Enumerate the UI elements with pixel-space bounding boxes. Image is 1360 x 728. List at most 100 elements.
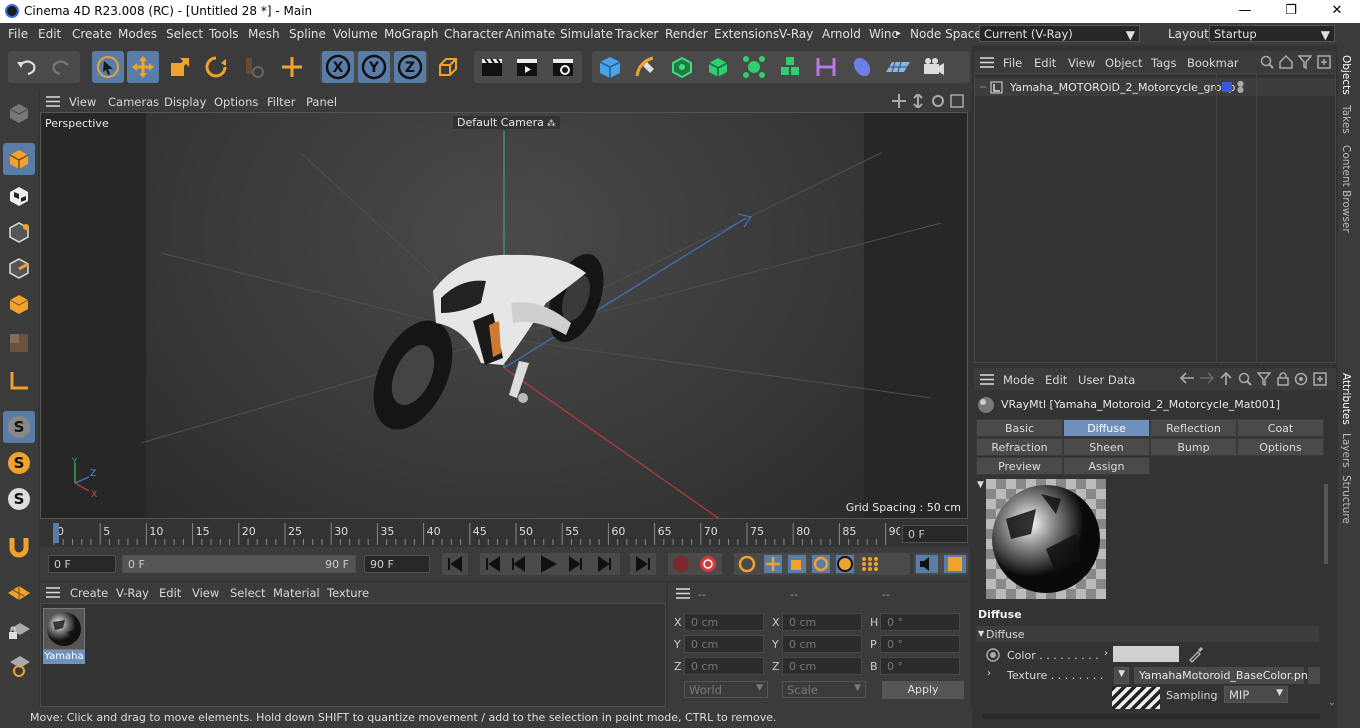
up-arrow-icon[interactable] <box>1219 371 1233 388</box>
goto-start-button[interactable] <box>442 553 468 575</box>
timeline-ruler[interactable]: 0 5 10 15 20 25 30 35 40 45 50 55 60 65 70 75 80 85 90 0 F <box>40 519 970 547</box>
extrude-button[interactable] <box>702 51 734 83</box>
start-frame-field[interactable]: 0 F <box>48 555 116 573</box>
horizontal-scrollbar[interactable] <box>982 714 1320 719</box>
make-editable-button[interactable] <box>3 97 35 129</box>
edges-mode-button[interactable] <box>3 252 35 284</box>
x-axis-lock-button[interactable]: X <box>322 51 354 83</box>
color-swatch[interactable] <box>1113 646 1179 662</box>
cube-object-button[interactable] <box>594 51 626 83</box>
menu-tracker[interactable]: Tracker <box>615 27 658 41</box>
render-to-picture-viewer-button[interactable] <box>511 51 543 83</box>
current-frame-field[interactable]: 0 F <box>902 525 968 543</box>
tab-assign[interactable]: Assign <box>1063 457 1150 475</box>
forward-arrow-icon[interactable] <box>1199 371 1215 388</box>
deformer-button[interactable] <box>810 51 842 83</box>
viewport-menu-display[interactable]: Display <box>164 95 206 109</box>
tab-sheen[interactable]: Sheen <box>1063 438 1150 456</box>
live-selection-button[interactable] <box>92 51 124 83</box>
menu-modes[interactable]: Modes <box>118 27 157 41</box>
redo-button[interactable] <box>46 51 78 83</box>
color-animation-icon[interactable] <box>986 648 1000 665</box>
menu-character[interactable]: Character <box>444 27 503 41</box>
polygons-mode-button[interactable] <box>3 288 35 320</box>
menu-spline[interactable]: Spline <box>289 27 326 41</box>
end-frame-field[interactable]: 90 F <box>364 555 430 573</box>
material-thumbnail[interactable]: Yamaha <box>43 608 85 668</box>
points-mode-button[interactable] <box>3 216 35 248</box>
menu-tools[interactable]: Tools <box>209 27 239 41</box>
tab-bump[interactable]: Bump <box>1150 438 1237 456</box>
node-space-dropdown[interactable]: Current (V-Ray) ▼ <box>979 25 1140 42</box>
mm-menu-create[interactable]: Create <box>70 586 108 600</box>
mm-menu-view[interactable]: View <box>192 586 219 600</box>
texture-mode-button[interactable] <box>3 180 35 212</box>
menu-mesh[interactable]: Mesh <box>248 27 280 41</box>
3d-viewport[interactable]: Perspective Default Camera ⁂ Grid Spacin… <box>40 112 968 519</box>
menu-edit[interactable]: Edit <box>38 27 61 41</box>
close-button[interactable]: ✕ <box>1314 0 1360 23</box>
attributes-scrollbar[interactable] <box>1324 484 1328 564</box>
mm-menu-vray[interactable]: V-Ray <box>116 586 149 600</box>
coord-mode-dropdown[interactable]: Scale ▼ <box>782 681 866 698</box>
mm-menu-edit[interactable]: Edit <box>159 586 181 600</box>
mm-menu-select[interactable]: Select <box>230 586 265 600</box>
coord-pos-z-field[interactable]: 0 cm <box>684 657 764 675</box>
locked-workplane-button[interactable] <box>3 613 35 645</box>
sampling-dropdown[interactable]: MIP ▼ <box>1224 686 1288 703</box>
viewport-menu-cameras[interactable]: Cameras <box>108 95 159 109</box>
timeline-playhead[interactable] <box>53 523 59 543</box>
viewport-pan-icon[interactable] <box>892 94 906 111</box>
mm-menu-texture[interactable]: Texture <box>327 586 369 600</box>
coord-rot-h-field[interactable]: 0 ° <box>880 613 960 631</box>
rotate-tool-button[interactable] <box>200 51 232 83</box>
tab-coat[interactable]: Coat <box>1237 419 1324 437</box>
side-tab-attributes[interactable]: Attributes <box>1340 373 1352 425</box>
expand-texture-icon[interactable]: › <box>987 668 991 679</box>
viewport-menu-view[interactable]: View <box>69 95 96 109</box>
move-tool-button[interactable] <box>127 51 159 83</box>
solo-button[interactable] <box>3 649 35 681</box>
viewport-orbit-icon[interactable] <box>931 94 945 111</box>
lock-icon[interactable] <box>1276 372 1290 389</box>
menu-overflow-icon[interactable]: ▸ <box>896 28 901 39</box>
hamburger-icon[interactable] <box>46 96 60 110</box>
hamburger-icon[interactable] <box>980 57 994 71</box>
coord-size-z-field[interactable]: 0 cm <box>782 657 862 675</box>
menu-create[interactable]: Create <box>72 27 112 41</box>
coordinate-system-button[interactable] <box>432 51 464 83</box>
back-arrow-icon[interactable] <box>1179 371 1195 388</box>
tab-refraction[interactable]: Refraction <box>976 438 1063 456</box>
coord-rot-b-field[interactable]: 0 ° <box>880 657 960 675</box>
scroll-down-icon[interactable]: ⌄ <box>1328 698 1336 708</box>
menu-mograph[interactable]: MoGraph <box>384 27 439 41</box>
texture-browse-button[interactable] <box>1308 667 1320 684</box>
tab-options[interactable]: Options <box>1237 438 1324 456</box>
hamburger-icon[interactable] <box>980 374 994 388</box>
coord-pos-y-field[interactable]: 0 cm <box>684 635 764 653</box>
home-icon[interactable] <box>1279 54 1293 72</box>
axis-mode-button[interactable] <box>3 365 35 397</box>
mograph-cubes-button[interactable] <box>774 51 806 83</box>
subdivision-surface-button[interactable] <box>666 51 698 83</box>
menu-window[interactable]: Winc <box>869 27 898 41</box>
menu-animate[interactable]: Animate <box>505 27 555 41</box>
side-tab-objects[interactable]: Objects <box>1340 55 1352 95</box>
menu-select[interactable]: Select <box>166 27 203 41</box>
viewport-dolly-icon[interactable] <box>911 92 925 111</box>
workplane-button[interactable] <box>3 577 35 609</box>
layer-color-swatch[interactable] <box>1222 82 1232 92</box>
undo-button[interactable] <box>10 51 42 83</box>
expand-color-icon[interactable]: › <box>1104 648 1108 659</box>
side-tab-layers[interactable]: Layers <box>1340 433 1352 468</box>
diffuse-group-header[interactable]: Diffuse ▼ <box>976 626 1319 642</box>
attr-menu-user-data[interactable]: User Data <box>1078 373 1135 387</box>
objects-menu-bookmarks[interactable]: Bookmarks <box>1187 56 1239 70</box>
menu-vray[interactable]: V-Ray <box>779 27 813 41</box>
objects-menu-tags[interactable]: Tags <box>1151 56 1176 70</box>
world-axis-button[interactable] <box>276 51 308 83</box>
scale-tool-button[interactable] <box>164 51 196 83</box>
menu-render[interactable]: Render <box>665 27 708 41</box>
menu-arnold[interactable]: Arnold <box>822 27 861 41</box>
viewport-menu-options[interactable]: Options <box>214 95 258 109</box>
